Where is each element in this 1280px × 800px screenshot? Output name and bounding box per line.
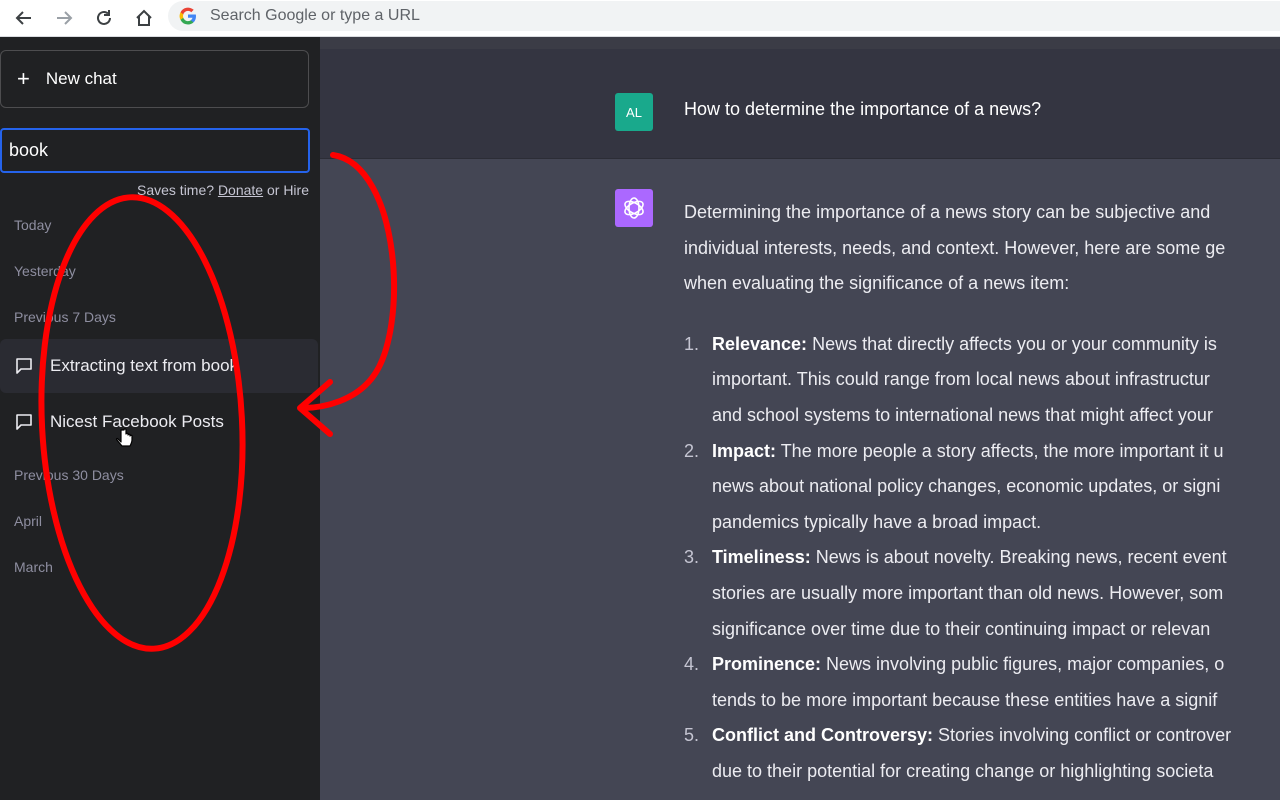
browser-toolbar: Search Google or type a URL bbox=[0, 0, 1280, 37]
conversation-title: Nicest Facebook Posts bbox=[50, 412, 224, 431]
list-text: significance over time due to their cont… bbox=[712, 618, 1211, 639]
user-avatar: AL bbox=[615, 93, 653, 131]
openai-logo-icon bbox=[615, 189, 653, 227]
new-chat-button[interactable]: + New chat bbox=[0, 50, 309, 108]
search-conversations-input[interactable] bbox=[0, 128, 310, 173]
chat-bubble-icon bbox=[14, 356, 34, 376]
list-text: stories are usually more important than … bbox=[712, 582, 1224, 603]
list-term: Relevance: bbox=[712, 333, 808, 354]
section-previous-30-days: Previous 30 Days bbox=[14, 467, 124, 483]
omnibox-placeholder: Search Google or type a URL bbox=[210, 7, 420, 24]
intro-line: when evaluating the significance of a ne… bbox=[684, 273, 1070, 294]
new-chat-label: New chat bbox=[45, 69, 117, 88]
section-april: April bbox=[14, 513, 43, 529]
list-text: pandemics typically have a broad impact. bbox=[712, 511, 1042, 532]
intro-paragraph: Determining the importance of a news sto… bbox=[684, 195, 1280, 302]
forward-button[interactable] bbox=[44, 3, 84, 33]
user-message-text: How to determine the importance of a new… bbox=[684, 99, 1042, 119]
back-button[interactable] bbox=[4, 3, 44, 33]
plus-icon: + bbox=[17, 66, 30, 91]
list-term: Conflict and Controversy: bbox=[712, 725, 934, 746]
list-text: news about national policy changes, econ… bbox=[712, 476, 1221, 497]
section-previous-7-days: Previous 7 Days bbox=[14, 309, 116, 325]
list-item: 1. Relevance: News that directly affects… bbox=[684, 327, 1280, 434]
sidebar: + New chat Saves time? Donate or Hire To… bbox=[0, 37, 320, 800]
donate-link[interactable]: Donate bbox=[218, 182, 263, 198]
list-number: 4. bbox=[684, 654, 700, 675]
list-text: important. This could range from local n… bbox=[712, 369, 1210, 390]
conversation-item[interactable]: Extracting text from book bbox=[0, 339, 318, 393]
list-term: Timeliness: bbox=[712, 547, 811, 568]
arrow-left-icon bbox=[15, 11, 31, 25]
list-text: and school systems to international news… bbox=[712, 404, 1213, 425]
promo-prefix: Saves time? bbox=[137, 182, 218, 198]
assistant-message-row: Determining the importance of a news sto… bbox=[320, 159, 1280, 800]
promo-suffix: or Hire bbox=[263, 182, 309, 198]
list-text: due to their potential for creating chan… bbox=[712, 760, 1214, 781]
omnibox[interactable]: Search Google or type a URL bbox=[168, 1, 1280, 31]
list-number: 5. bbox=[684, 725, 700, 746]
conversation-title: Extracting text from book bbox=[50, 356, 239, 375]
list-number: 2. bbox=[684, 440, 700, 461]
home-icon bbox=[136, 9, 152, 26]
promo-text: Saves time? Donate or Hire bbox=[137, 182, 309, 198]
list-text: News that directly affects you or your c… bbox=[807, 333, 1217, 354]
section-today: Today bbox=[14, 217, 52, 233]
intro-line: Determining the importance of a news sto… bbox=[684, 202, 1211, 222]
list-text: The more people a story affects, the mor… bbox=[776, 440, 1224, 461]
list-term: Prominence: bbox=[712, 654, 822, 675]
user-message-row: AL How to determine the importance of a … bbox=[320, 49, 1280, 159]
list-text: tends to be more important because these… bbox=[712, 689, 1218, 710]
list-number: 1. bbox=[684, 333, 700, 354]
list-item: 5. Conflict and Controversy: Stories inv… bbox=[684, 718, 1280, 789]
arrow-right-icon bbox=[57, 11, 73, 25]
reload-icon bbox=[97, 10, 111, 25]
list-term: Impact: bbox=[712, 440, 777, 461]
criteria-list: 1. Relevance: News that directly affects… bbox=[684, 327, 1280, 790]
list-item: 4. Prominence: News involving public fig… bbox=[684, 647, 1280, 718]
assistant-message-text: Determining the importance of a news sto… bbox=[684, 195, 1280, 790]
conversation-item[interactable]: Nicest Facebook Posts bbox=[0, 395, 318, 449]
list-text: Stories involving conflict or controver bbox=[933, 725, 1232, 746]
list-item: 2. Impact: The more people a story affec… bbox=[684, 434, 1280, 541]
reload-button[interactable] bbox=[84, 3, 124, 33]
intro-line: individual interests, needs, and context… bbox=[684, 237, 1226, 258]
google-logo-icon bbox=[178, 6, 198, 26]
chat-bubble-icon bbox=[14, 412, 34, 432]
conversation-pane: AL How to determine the importance of a … bbox=[320, 37, 1280, 800]
list-number: 3. bbox=[684, 547, 700, 568]
list-text: News involving public figures, major com… bbox=[821, 654, 1225, 675]
section-yesterday: Yesterday bbox=[14, 263, 76, 279]
home-button[interactable] bbox=[124, 3, 164, 33]
top-strip bbox=[320, 37, 1280, 49]
section-march: March bbox=[14, 559, 53, 575]
list-item: 3. Timeliness: News is about novelty. Br… bbox=[684, 540, 1280, 647]
list-text: News is about novelty. Breaking news, re… bbox=[810, 547, 1227, 568]
